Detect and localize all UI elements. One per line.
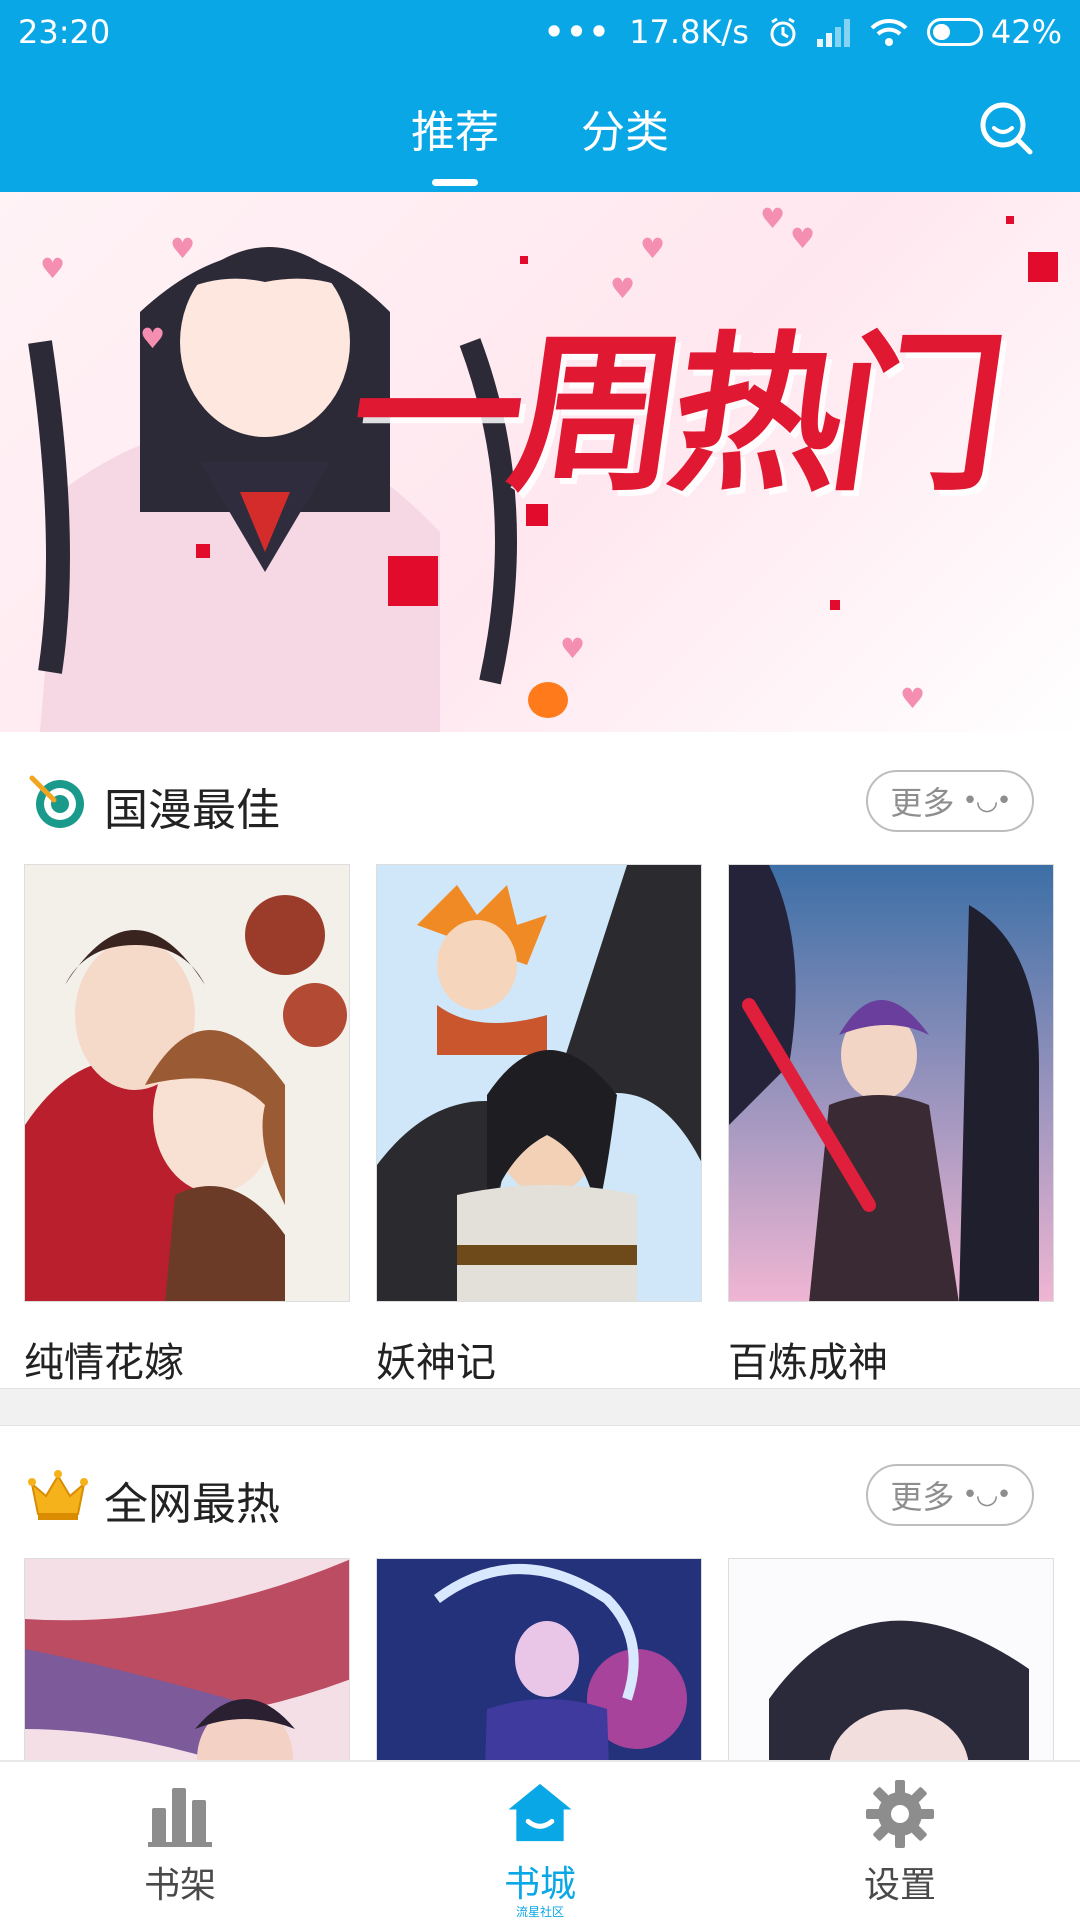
nav-bookstore-sublabel: 流星社区 — [515, 1905, 564, 1919]
tab-category-label: 分类 — [581, 107, 669, 158]
signal-icon — [816, 17, 851, 47]
comic-card[interactable] — [728, 1558, 1054, 1760]
gear-icon — [866, 1780, 934, 1848]
network-speed: 17.8K/s — [629, 13, 749, 51]
crown-icon — [28, 1470, 88, 1520]
app-logo-icon — [528, 682, 568, 718]
comic-list — [24, 1558, 1054, 1760]
comic-title: 妖神记 — [376, 1340, 496, 1386]
status-time: 23:20 — [18, 13, 111, 51]
bottom-navigation: 书架 书城 流星社区 设置 — [0, 1760, 1080, 1920]
home-icon — [508, 1783, 572, 1842]
section-guoman-best: 国漫最佳 更多 •◡• 纯情花嫁 妖神记 百炼成神 — [0, 750, 1080, 1388]
comic-card[interactable] — [24, 1558, 350, 1760]
more-button[interactable]: 更多 •◡• — [866, 770, 1034, 832]
target-icon — [29, 775, 84, 828]
comic-cover — [376, 1558, 702, 1760]
status-icons: ••• 17.8K/s 42% — [544, 13, 1062, 51]
tab-category[interactable]: 分类 — [575, 96, 675, 166]
comic-card[interactable]: 纯情花嫁 — [24, 864, 350, 1388]
section-title: 国漫最佳 — [104, 785, 280, 836]
bookshelf-icon — [148, 1788, 212, 1847]
nav-settings-label: 设置 — [863, 1865, 936, 1906]
comic-cover — [728, 864, 1054, 1302]
comic-list: 纯情花嫁 妖神记 百炼成神 — [24, 864, 1054, 1388]
comic-title: 纯情花嫁 — [24, 1340, 184, 1386]
nav-bookshelf[interactable]: 书架 — [0, 1762, 360, 1920]
more-label: 更多 — [890, 784, 955, 822]
search-icon[interactable] — [976, 98, 1036, 158]
wifi-icon — [870, 18, 908, 46]
more-button[interactable]: 更多 •◡• — [866, 1464, 1034, 1526]
battery-icon — [926, 18, 983, 46]
more-face: •◡• — [962, 1480, 1011, 1510]
status-bar: 23:20 ••• 17.8K/s 42% — [0, 0, 1080, 64]
more-label: 更多 — [890, 1478, 955, 1516]
nav-bookstore[interactable]: 书城 流星社区 — [360, 1762, 720, 1920]
comic-card[interactable]: 百炼成神 — [728, 864, 1054, 1388]
battery-indicator: 42% — [926, 13, 1062, 51]
nav-bookstore-label: 书城 — [503, 1864, 576, 1905]
tab-recommend[interactable]: 推荐 — [405, 96, 505, 186]
top-tabs: 推荐 分类 — [0, 96, 1080, 186]
comic-card[interactable] — [376, 1558, 702, 1760]
comic-cover — [728, 1558, 1054, 1760]
section-header: 全网最热 更多 •◡• — [0, 1444, 1080, 1544]
comic-cover — [24, 864, 350, 1302]
notification-dots: ••• — [543, 13, 612, 51]
nav-bookshelf-label: 书架 — [143, 1865, 216, 1906]
comic-cover — [24, 1558, 350, 1760]
app-header: 23:20 ••• 17.8K/s 42% 推荐 分类 — [0, 0, 1080, 192]
more-face: •◡• — [962, 786, 1011, 816]
alarm-icon — [770, 17, 796, 47]
section-header: 国漫最佳 更多 •◡• — [0, 750, 1080, 850]
section-quanwang-hottest: 全网最热 更多 •◡• — [0, 1444, 1080, 1760]
comic-cover — [376, 864, 702, 1302]
comic-card[interactable]: 妖神记 — [376, 864, 702, 1388]
section-divider — [0, 1388, 1080, 1426]
active-tab-indicator — [432, 179, 478, 186]
promo-banner[interactable]: ♥ ♥ ♥ ♥ ♥ ♥ ♥ ♥ ♥ 一周热门 — [0, 192, 1080, 732]
battery-percent: 42% — [990, 13, 1062, 51]
nav-settings[interactable]: 设置 — [720, 1762, 1080, 1920]
comic-title: 百炼成神 — [728, 1340, 888, 1386]
tab-recommend-label: 推荐 — [411, 107, 499, 158]
section-title: 全网最热 — [104, 1479, 280, 1530]
banner-title: 一周热门 — [338, 317, 1007, 515]
